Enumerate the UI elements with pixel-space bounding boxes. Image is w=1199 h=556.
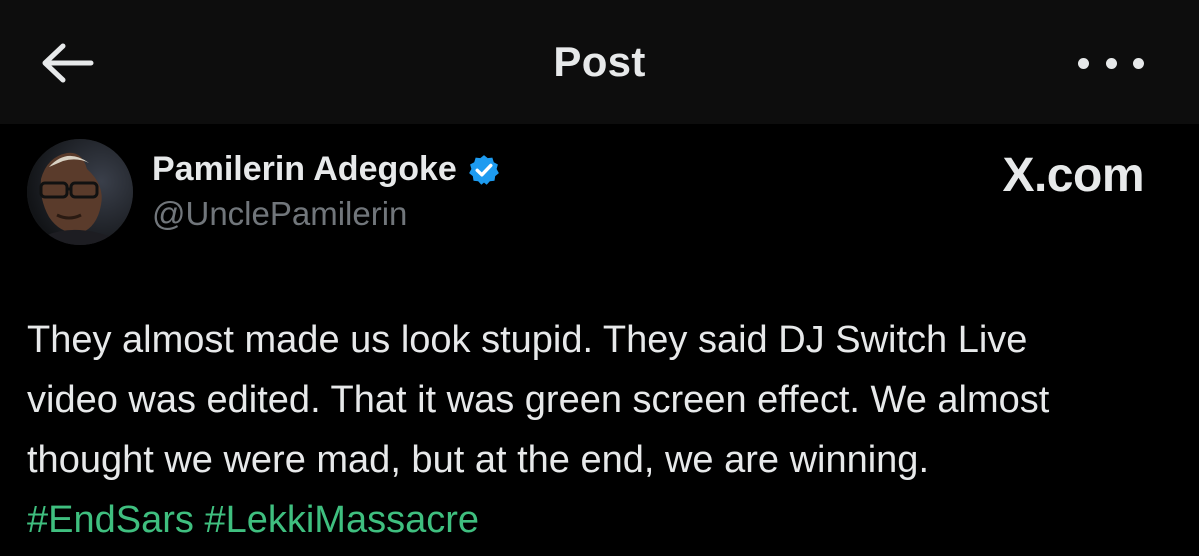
author-name[interactable]: Pamilerin Adegoke [152,150,457,189]
more-horizontal-icon [1078,57,1089,69]
post-text: They almost made us look stupid. They sa… [27,310,1177,550]
x-com-watermark: X.com [1002,149,1144,202]
hashtag-list: #EndSars #LekkiMassacre [27,490,1177,550]
hashtag-lekkimassacre[interactable]: #LekkiMassacre [204,499,479,541]
post-text-line: video was edited. That it was green scre… [27,379,1050,421]
more-options-button[interactable] [1078,46,1144,80]
top-navigation-bar: Post [0,0,1199,124]
post-text-line: They almost made us look stupid. They sa… [27,319,1028,361]
author-name-row: Pamilerin Adegoke [152,150,501,189]
post-text-line: thought we were mad, but at the end, we … [27,439,929,481]
avatar-image [27,139,133,245]
more-horizontal-icon-dot [1105,57,1117,69]
page-title: Post [553,38,646,85]
more-horizontal-icon-dot [1133,57,1144,69]
verified-badge-icon[interactable] [467,153,501,187]
hashtag-endsars[interactable]: #EndSars [27,499,194,541]
author-handle[interactable]: @UnclePamilerin [152,195,407,233]
avatar[interactable] [27,139,133,245]
